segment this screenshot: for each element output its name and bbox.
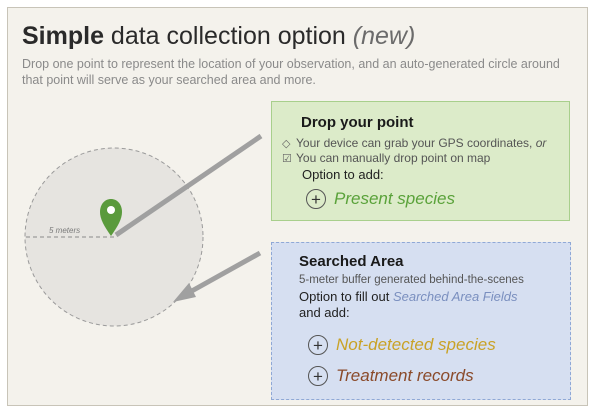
searched-area-title: Searched Area xyxy=(299,253,404,270)
diamond-icon: ◇ xyxy=(282,138,291,150)
fill-line: Option to fill out Searched Area Fields xyxy=(299,289,517,304)
slide: Simple data collection option (new) Drop… xyxy=(7,7,588,406)
not-detected-species-label: Not-detected species xyxy=(336,335,496,354)
fill-prefix: Option to fill out xyxy=(299,289,393,304)
gps-or: or xyxy=(535,136,547,150)
option-present-species[interactable]: + Present species xyxy=(306,189,455,209)
treatment-records-label: Treatment records xyxy=(336,366,474,385)
searched-area-fields-link[interactable]: Searched Area Fields xyxy=(393,289,518,304)
buffer-line: 5-meter buffer generated behind-the-scen… xyxy=(299,274,524,286)
present-species-label: Present species xyxy=(334,189,455,208)
plus-circle-icon[interactable]: + xyxy=(306,189,326,209)
and-add-label: and add: xyxy=(299,305,350,320)
option-not-detected-species[interactable]: + Not-detected species xyxy=(308,335,496,355)
plus-circle-icon[interactable]: + xyxy=(308,335,328,355)
gps-line: ◇ Your device can grab your GPS coordinat… xyxy=(282,136,546,150)
checkbox-icon: ☑ xyxy=(282,153,292,165)
manual-line: ☑ You can manually drop point on map xyxy=(282,151,490,165)
drop-point-title: Drop your point xyxy=(301,114,414,131)
gps-text: Your device can grab your GPS coordinate… xyxy=(296,136,536,150)
manual-text: You can manually drop point on map xyxy=(296,151,491,165)
drop-point-box: Drop your point ◇ Your device can grab yo… xyxy=(271,101,570,221)
searched-area-box: Searched Area 5-meter buffer generated b… xyxy=(271,242,571,400)
scale-label: 5 meters xyxy=(49,226,80,235)
plus-circle-icon[interactable]: + xyxy=(308,366,328,386)
option-label: Option to add: xyxy=(302,167,384,182)
option-treatment-records[interactable]: + Treatment records xyxy=(308,366,474,386)
